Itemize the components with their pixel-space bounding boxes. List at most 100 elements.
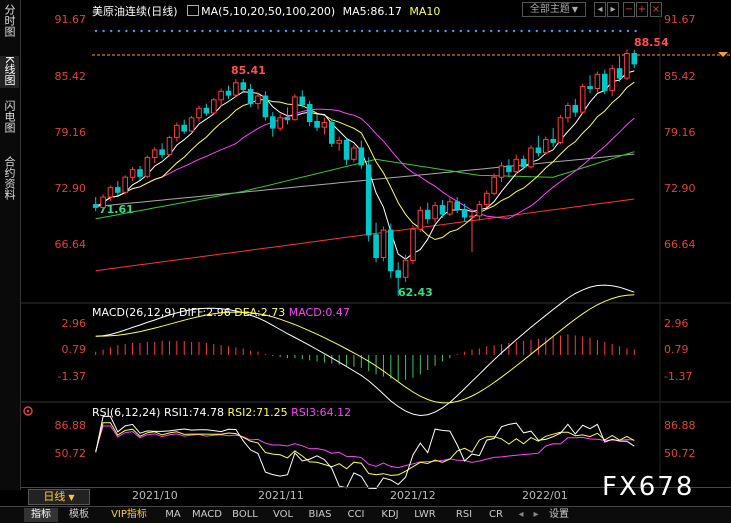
tab-kdj[interactable]: KDJ xyxy=(376,508,404,522)
tab-template[interactable]: 模板 xyxy=(62,508,96,522)
candle-body xyxy=(100,196,106,209)
candle-body xyxy=(491,176,497,194)
candle-body xyxy=(565,105,571,119)
x-tick-label: 2021/11 xyxy=(258,489,304,502)
candle-body xyxy=(447,201,453,215)
candle-body xyxy=(454,201,460,210)
candle-body xyxy=(424,209,431,220)
arrow-right-icon[interactable]: ▸ xyxy=(530,508,542,522)
tab-ma[interactable]: MA xyxy=(160,508,186,522)
signal-dot xyxy=(216,29,219,33)
candle-body xyxy=(439,205,446,215)
tab-macd[interactable]: MACD xyxy=(190,508,224,522)
signal-dot xyxy=(497,29,500,33)
signal-dot xyxy=(132,29,136,33)
signal-dot xyxy=(444,29,447,33)
candle-body xyxy=(616,68,623,79)
candle-body xyxy=(365,164,372,236)
signal-dot xyxy=(550,29,554,33)
signal-dot xyxy=(429,29,432,33)
candle-body xyxy=(520,158,527,168)
tab-cci[interactable]: CCI xyxy=(342,508,370,522)
candle-body xyxy=(395,270,401,278)
signal-dot xyxy=(611,29,614,33)
signal-dot xyxy=(193,29,196,33)
candle-body xyxy=(535,147,542,154)
x-tick-label: 2022/01 xyxy=(522,489,568,502)
signal-dot xyxy=(345,29,348,33)
candle-body xyxy=(373,234,379,259)
indicator-toolbar: 指标 模板 VIP指标 MA MACD BOLL VOL BIAS CCI KD… xyxy=(0,506,731,523)
candle-body xyxy=(129,169,136,178)
tab-rsi[interactable]: RSI xyxy=(450,508,478,522)
signal-dot xyxy=(246,29,250,33)
candle-body xyxy=(247,88,254,105)
candle-body xyxy=(358,147,365,166)
signal-dot xyxy=(573,29,576,33)
candle-body xyxy=(321,122,328,128)
candle-body xyxy=(211,99,217,114)
signal-dot xyxy=(383,29,386,33)
signal-dot xyxy=(322,29,326,33)
signal-dot xyxy=(262,29,265,33)
period-tab[interactable]: 日线 ▼ xyxy=(28,489,90,505)
signal-dot xyxy=(482,29,485,33)
candle-body xyxy=(351,147,357,160)
tab-bias[interactable]: BIAS xyxy=(304,508,336,522)
candle-body xyxy=(484,192,490,206)
signal-dot xyxy=(224,29,227,33)
signal-dot xyxy=(330,29,333,33)
tab-settings[interactable]: 设置 xyxy=(544,508,574,522)
signal-dot xyxy=(452,29,455,33)
arrow-left-icon[interactable]: ◂ xyxy=(515,508,527,522)
tab-vol[interactable]: VOL xyxy=(268,508,298,522)
candle-body xyxy=(402,259,409,278)
candle-body xyxy=(144,156,151,177)
signal-dot xyxy=(588,29,592,33)
candle-body xyxy=(188,117,195,132)
signal-dot xyxy=(117,29,121,33)
candle-body xyxy=(557,117,564,143)
tab-lwr[interactable]: LWR xyxy=(410,508,440,522)
signal-dot xyxy=(398,29,402,33)
candle-body xyxy=(528,147,534,168)
signal-dot xyxy=(459,29,462,33)
tab-boll[interactable]: BOLL xyxy=(228,508,262,522)
candle-body xyxy=(92,204,99,208)
candle-body xyxy=(277,117,283,129)
candle-body xyxy=(115,187,121,193)
candle-body xyxy=(498,165,505,178)
candle-body xyxy=(543,139,549,154)
kline-chart[interactable] xyxy=(0,0,731,506)
tab-indicator[interactable]: 指标 xyxy=(24,508,58,522)
candle-body xyxy=(225,90,232,96)
candle-body xyxy=(196,107,202,119)
candle-body xyxy=(314,121,320,128)
signal-dot xyxy=(558,29,561,33)
signal-dot xyxy=(376,29,379,33)
signal-dot xyxy=(626,29,630,33)
candle-body xyxy=(262,95,269,118)
candle-body xyxy=(550,139,557,143)
tab-cr[interactable]: CR xyxy=(484,508,508,522)
signal-dot xyxy=(125,29,128,33)
chevron-down-icon: ▼ xyxy=(68,493,75,502)
tab-vip-indicator[interactable]: VIP指标 xyxy=(104,508,154,522)
candle-body xyxy=(329,122,335,144)
candle-body xyxy=(181,124,187,132)
candle-body xyxy=(476,204,483,217)
signal-dot xyxy=(338,29,341,33)
candle-body xyxy=(306,104,313,122)
signal-dot xyxy=(254,29,257,33)
signal-dot xyxy=(292,29,295,33)
signal-dot xyxy=(186,29,189,33)
signal-dot xyxy=(353,29,356,33)
signal-dot xyxy=(360,29,364,33)
signal-dot xyxy=(178,29,181,33)
signal-dot xyxy=(406,29,409,33)
candle-body xyxy=(107,187,114,198)
signal-dot xyxy=(201,29,204,33)
candle-body xyxy=(380,229,387,259)
signal-dot xyxy=(277,29,280,33)
candle-body xyxy=(151,149,158,158)
